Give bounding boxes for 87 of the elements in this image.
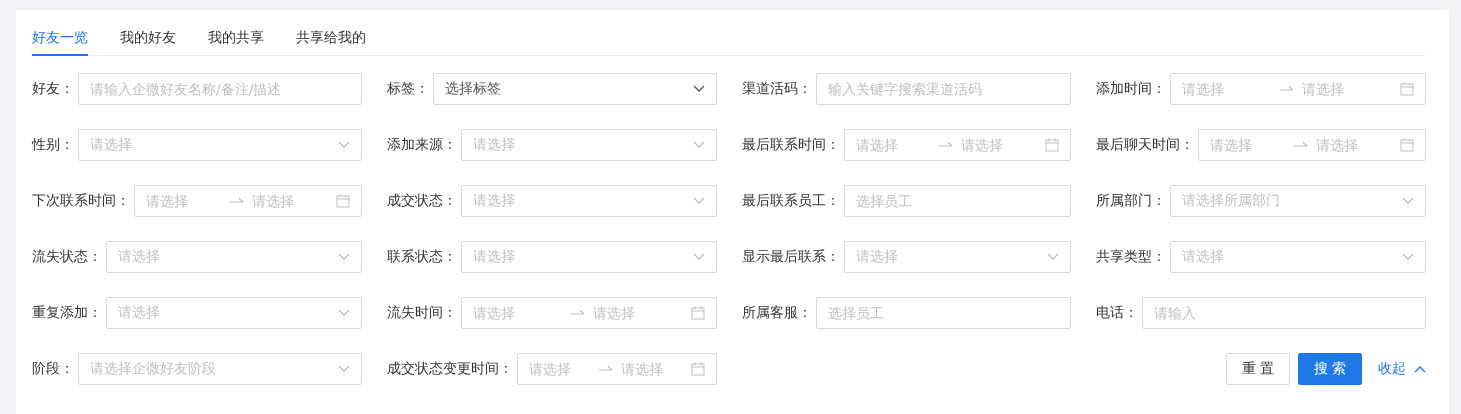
select-field[interactable]: 请选择 xyxy=(460,241,717,273)
field-label: 渠道活码： xyxy=(741,80,812,98)
select-field[interactable]: 请选择 xyxy=(1170,241,1426,273)
chevron-down-icon xyxy=(692,141,705,149)
chevron-down-icon xyxy=(692,85,705,93)
calendar-icon xyxy=(690,362,705,376)
chevron-down-icon xyxy=(1402,197,1414,205)
field-label: 成交状态： xyxy=(386,192,457,210)
date-range-picker[interactable]: 请选择 请选择 xyxy=(460,297,717,329)
date-input[interactable]: 请选择 xyxy=(1182,81,1273,97)
field-label: 重复添加： xyxy=(32,304,102,322)
date-range-picker[interactable]: 请选择 请选择 xyxy=(1170,73,1426,105)
field-label: 最后聊天时间： xyxy=(1096,136,1195,154)
field-label: 好友： xyxy=(32,80,74,98)
field-label: 显示最后联系： xyxy=(741,248,840,266)
select-field[interactable]: 请选择所属部门 xyxy=(1170,185,1426,217)
date-input[interactable]: 请选择 xyxy=(251,193,328,209)
select-field[interactable]: 请选择 xyxy=(460,185,717,217)
chevron-down-icon xyxy=(1402,253,1414,261)
chevron-down-icon xyxy=(692,253,705,261)
date-input[interactable]: 请选择 xyxy=(146,193,222,209)
input-field[interactable]: 请输入企微好友名称/备注/描述 xyxy=(78,73,362,105)
tab[interactable]: 我的共享 xyxy=(208,10,264,56)
tab[interactable]: 好友一览 xyxy=(32,10,88,56)
input-field[interactable]: 请输入 xyxy=(1142,297,1426,329)
date-range-picker[interactable]: 请选择 请选择 xyxy=(516,353,717,385)
date-range-picker[interactable]: 请选择 请选择 xyxy=(1198,129,1426,161)
chevron-down-icon xyxy=(692,197,705,205)
input-field[interactable]: 选择员工 xyxy=(815,297,1072,329)
chevron-up-icon xyxy=(1414,365,1426,373)
select-field[interactable]: 请选择 xyxy=(78,129,362,161)
field-label: 添加来源： xyxy=(386,136,457,154)
date-range-picker[interactable]: 请选择 请选择 xyxy=(134,185,362,217)
calendar-icon xyxy=(335,194,350,208)
field-label: 标签： xyxy=(386,80,429,98)
arrow-right-icon xyxy=(1294,141,1309,149)
field-label: 性别： xyxy=(32,136,74,154)
date-input[interactable]: 请选择 xyxy=(1316,137,1392,153)
chevron-down-icon xyxy=(1047,253,1060,261)
date-range-picker[interactable]: 请选择 请选择 xyxy=(843,129,1072,161)
calendar-icon xyxy=(690,306,705,320)
date-input[interactable]: 请选择 xyxy=(620,361,683,377)
chevron-down-icon xyxy=(337,365,350,373)
select-field[interactable]: 选择标签 xyxy=(432,73,717,105)
chevron-down-icon xyxy=(337,141,350,149)
date-input[interactable]: 请选择 xyxy=(961,137,1038,153)
calendar-icon xyxy=(1400,82,1414,96)
field-label: 电话： xyxy=(1096,304,1139,322)
select-field[interactable]: 请选择 xyxy=(460,129,717,161)
chevron-down-icon xyxy=(337,309,350,317)
arrow-right-icon xyxy=(1280,85,1295,93)
search-button[interactable]: 搜索 xyxy=(1298,353,1362,385)
select-field[interactable]: 请选择 xyxy=(106,241,362,273)
field-label: 流失时间： xyxy=(386,304,457,322)
field-label: 下次联系时间： xyxy=(32,192,130,210)
select-field[interactable]: 请选择企微好友阶段 xyxy=(78,353,362,385)
tab[interactable]: 共享给我的 xyxy=(296,10,366,56)
date-input[interactable]: 请选择 xyxy=(1210,137,1287,153)
field-label: 流失状态： xyxy=(32,248,102,266)
chevron-down-icon xyxy=(337,253,350,261)
date-input[interactable]: 请选择 xyxy=(855,137,932,153)
collapse-link[interactable]: 收起 xyxy=(1370,360,1426,378)
date-input[interactable]: 请选择 xyxy=(472,305,563,321)
select-field[interactable]: 请选择 xyxy=(843,241,1072,273)
input-field[interactable]: 输入关键字搜索渠道活码 xyxy=(815,73,1072,105)
arrow-right-icon xyxy=(570,309,585,317)
date-input[interactable]: 请选择 xyxy=(528,361,591,377)
arrow-right-icon xyxy=(939,141,954,149)
arrow-right-icon xyxy=(598,365,613,373)
input-field[interactable]: 选择员工 xyxy=(843,185,1072,217)
date-input[interactable]: 请选择 xyxy=(592,305,683,321)
tab[interactable]: 我的好友 xyxy=(120,10,176,56)
field-label: 所属部门： xyxy=(1096,192,1167,210)
field-label: 所属客服： xyxy=(741,304,812,322)
date-input[interactable]: 请选择 xyxy=(1302,81,1392,97)
field-label: 联系状态： xyxy=(386,248,457,266)
reset-button[interactable]: 重置 xyxy=(1226,353,1290,385)
arrow-right-icon xyxy=(229,197,244,205)
field-label: 成交状态变更时间： xyxy=(386,360,513,378)
calendar-icon xyxy=(1400,138,1414,152)
field-label: 最后联系时间： xyxy=(741,136,840,154)
select-field[interactable]: 请选择 xyxy=(106,297,362,329)
field-label: 共享类型： xyxy=(1096,248,1167,266)
field-label: 阶段： xyxy=(32,360,74,378)
calendar-icon xyxy=(1045,138,1060,152)
field-label: 最后联系员工： xyxy=(741,192,840,210)
field-label: 添加时间： xyxy=(1096,80,1167,98)
